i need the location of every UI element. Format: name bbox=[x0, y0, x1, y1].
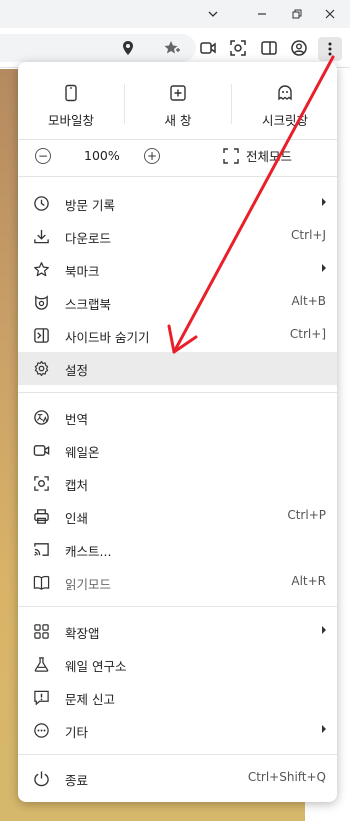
menu-item-settings[interactable]: 설정 bbox=[18, 352, 337, 385]
divider bbox=[18, 754, 337, 755]
capture-icon bbox=[34, 476, 49, 491]
cast-icon bbox=[34, 543, 49, 556]
menu-item-hide-sidebar[interactable]: 사이드바 숨기기 Ctrl+] bbox=[18, 319, 337, 352]
fullscreen-label: 전체모드 bbox=[246, 149, 293, 164]
zoom-row: − 100% + 전체모드 bbox=[18, 140, 337, 172]
menu-item-label: 캐스트... bbox=[65, 544, 112, 559]
menu-item-exit[interactable]: 종료 Ctrl+Shift+Q bbox=[18, 762, 337, 795]
shortcut-label: Alt+R bbox=[291, 574, 326, 588]
menu-item-history[interactable]: 방문 기록 bbox=[18, 187, 337, 220]
menu-item-label: 웨일온 bbox=[65, 445, 100, 460]
fullscreen-button[interactable]: 전체모드 bbox=[223, 146, 292, 165]
book-icon bbox=[33, 575, 50, 590]
zoom-out-button[interactable]: − bbox=[35, 148, 51, 164]
menu-item-label: 방문 기록 bbox=[65, 198, 115, 213]
translate-icon bbox=[34, 410, 49, 425]
restore-icon[interactable] bbox=[283, 4, 311, 24]
bookmark-star-icon[interactable] bbox=[162, 38, 182, 58]
sidebar-hide-icon bbox=[34, 328, 49, 343]
menu-item-scrapbook[interactable]: 스크랩북 Alt+B bbox=[18, 286, 337, 319]
profile-icon[interactable] bbox=[289, 38, 309, 58]
download-icon bbox=[34, 229, 49, 244]
new-window-label: 새 창 bbox=[164, 113, 192, 128]
zoom-level: 100% bbox=[84, 148, 120, 163]
submenu-arrow-icon bbox=[322, 626, 326, 634]
menu-item-translate[interactable]: 번역 bbox=[18, 401, 337, 434]
flask-icon bbox=[34, 657, 49, 672]
menu-item-label: 북마크 bbox=[65, 264, 100, 279]
mobile-window-icon bbox=[65, 84, 77, 102]
menu-item-label: 확장앱 bbox=[65, 626, 100, 641]
window-options-row: 모바일창 새 창 시크릿창 bbox=[18, 76, 337, 136]
shortcut-label: Alt+B bbox=[291, 294, 326, 308]
submenu-arrow-icon bbox=[322, 198, 326, 206]
menu-item-whale-lab[interactable]: 웨일 연구소 bbox=[18, 648, 337, 681]
capture-icon[interactable] bbox=[228, 38, 248, 58]
more-circle-icon bbox=[34, 723, 49, 738]
menu-item-label: 설정 bbox=[65, 363, 89, 378]
fullscreen-icon bbox=[223, 147, 239, 164]
video-call-icon bbox=[33, 445, 50, 456]
mobile-window-button[interactable]: 모바일창 bbox=[18, 76, 124, 136]
whale-on-icon[interactable] bbox=[198, 38, 218, 58]
secret-window-icon bbox=[278, 85, 292, 101]
menu-item-label: 종료 bbox=[65, 773, 89, 788]
menu-item-extensions[interactable]: 확장앱 bbox=[18, 615, 337, 648]
kebab-icon bbox=[328, 42, 332, 56]
menu-item-print[interactable]: 인쇄 Ctrl+P bbox=[18, 500, 337, 533]
scrapbook-icon bbox=[35, 295, 48, 310]
new-window-icon bbox=[170, 85, 186, 101]
menu-item-capture[interactable]: 캡처 bbox=[18, 467, 337, 500]
printer-icon bbox=[34, 509, 49, 524]
shortcut-label: Ctrl+] bbox=[289, 327, 326, 341]
main-menu: 모바일창 새 창 시크릿창 − 100% + 전체모드 방문 기록 다운로드 C… bbox=[18, 62, 337, 802]
menu-item-downloads[interactable]: 다운로드 Ctrl+J bbox=[18, 220, 337, 253]
secret-window-button[interactable]: 시크릿창 bbox=[232, 76, 338, 136]
menu-item-report-issue[interactable]: 문제 신고 bbox=[18, 681, 337, 714]
clock-icon bbox=[34, 196, 49, 211]
menu-item-label: 다운로드 bbox=[65, 231, 112, 246]
menu-item-label: 스크랩북 bbox=[65, 297, 112, 312]
title-bar bbox=[0, 0, 350, 28]
extensions-icon bbox=[34, 624, 49, 639]
divider bbox=[18, 606, 337, 607]
new-window-button[interactable]: 새 창 bbox=[125, 76, 231, 136]
menu-item-label: 기타 bbox=[65, 725, 89, 740]
menu-item-bookmarks[interactable]: 북마크 bbox=[18, 253, 337, 286]
mobile-window-label: 모바일창 bbox=[47, 113, 94, 128]
gear-icon bbox=[34, 360, 49, 377]
menu-item-label: 사이드바 숨기기 bbox=[65, 330, 150, 345]
menu-item-reading-mode[interactable]: 읽기모드 Alt+R bbox=[18, 566, 337, 599]
menu-item-label: 웨일 연구소 bbox=[65, 659, 127, 674]
location-pin-icon[interactable] bbox=[118, 38, 138, 58]
zoom-in-button[interactable]: + bbox=[144, 148, 160, 164]
submenu-arrow-icon bbox=[322, 725, 326, 733]
divider bbox=[18, 176, 337, 177]
shortcut-label: Ctrl+J bbox=[291, 228, 326, 242]
star-icon bbox=[34, 262, 49, 277]
shortcut-label: Ctrl+Shift+Q bbox=[247, 770, 326, 784]
secret-window-label: 시크릿창 bbox=[261, 113, 308, 128]
menu-item-label: 읽기모드 bbox=[65, 577, 112, 592]
report-icon bbox=[34, 690, 49, 706]
sidebar-icon[interactable] bbox=[259, 38, 279, 58]
submenu-arrow-icon bbox=[322, 264, 326, 272]
menu-item-cast[interactable]: 캐스트... bbox=[18, 533, 337, 566]
close-icon[interactable] bbox=[316, 4, 344, 24]
minimize-icon[interactable] bbox=[248, 4, 276, 24]
divider bbox=[18, 392, 337, 393]
chevron-down-icon[interactable] bbox=[199, 4, 227, 24]
menu-item-label: 캡처 bbox=[65, 478, 89, 493]
shortcut-label: Ctrl+P bbox=[287, 508, 326, 522]
menu-item-label: 번역 bbox=[65, 412, 89, 427]
power-icon bbox=[34, 771, 49, 787]
menu-item-whale-on[interactable]: 웨일온 bbox=[18, 434, 337, 467]
menu-item-label: 인쇄 bbox=[65, 511, 89, 526]
menu-item-label: 문제 신고 bbox=[65, 692, 115, 707]
menu-item-more[interactable]: 기타 bbox=[18, 714, 337, 747]
more-menu-button[interactable] bbox=[318, 37, 342, 61]
